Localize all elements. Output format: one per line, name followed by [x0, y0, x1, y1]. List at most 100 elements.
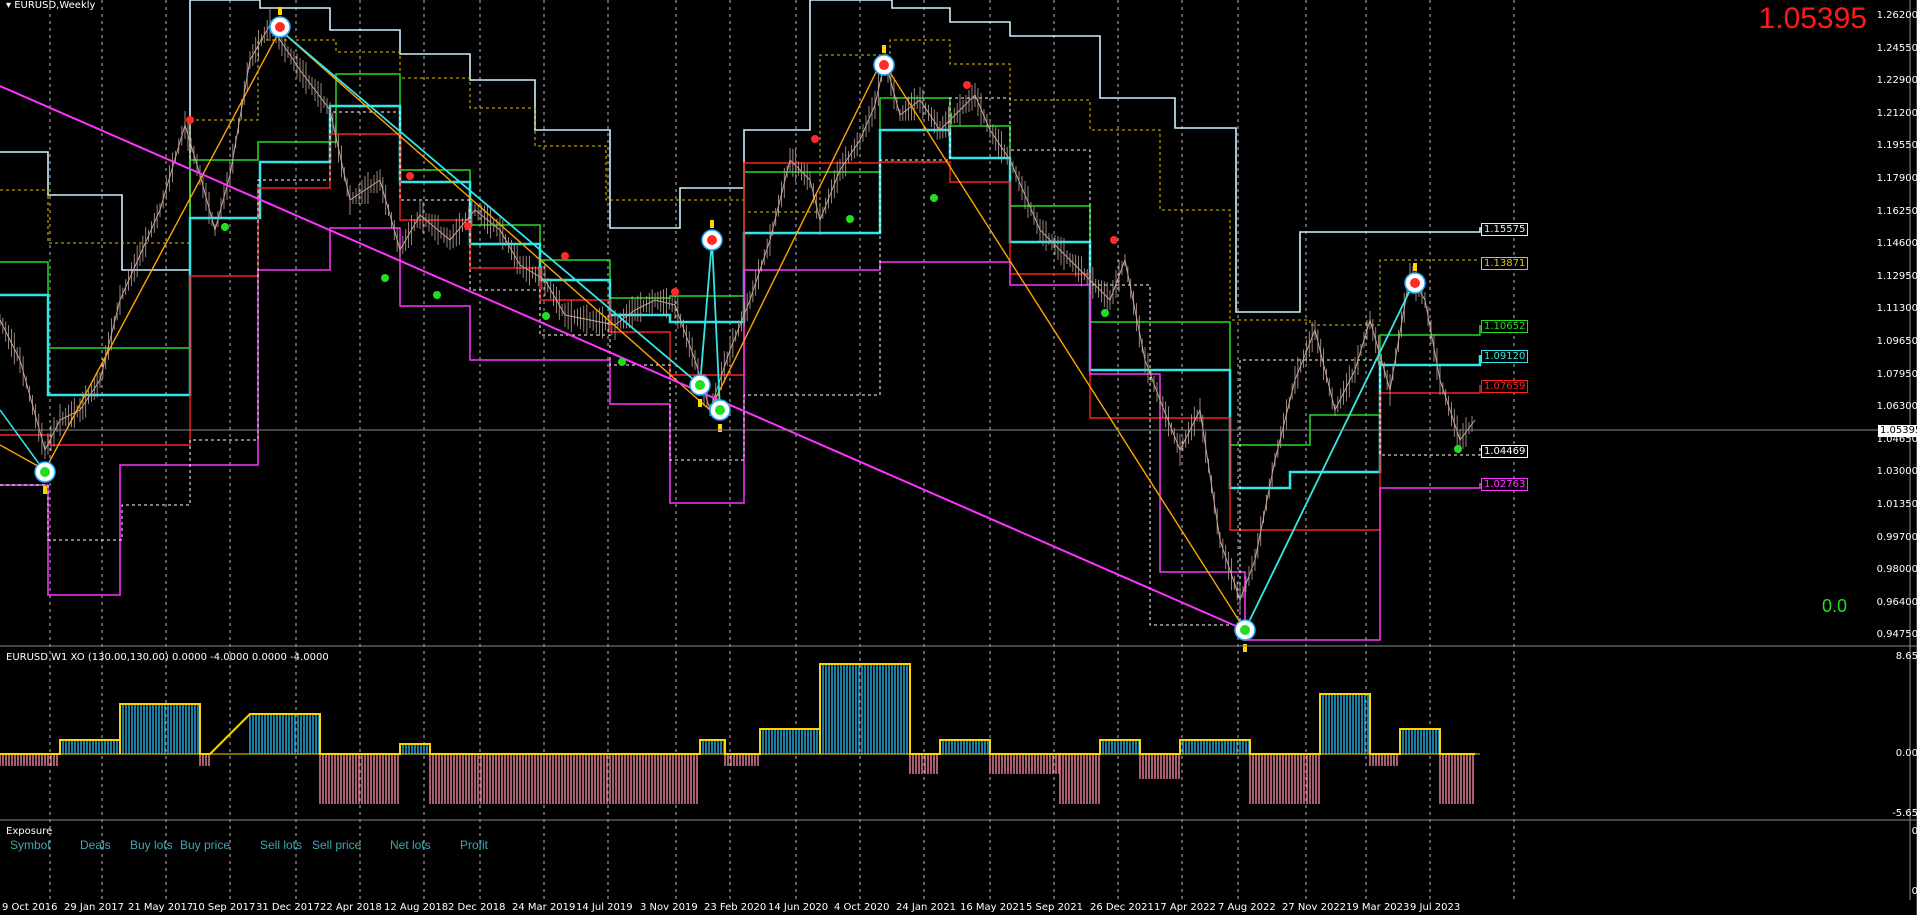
price-tick-label: 1.16250 — [1876, 205, 1917, 217]
time-tick-label: 2 Dec 2018 — [448, 902, 506, 913]
corner-value: 0.0 — [1822, 596, 1848, 616]
price-tick-label: 1.22900 — [1876, 75, 1917, 87]
exposure-column-header: Buy lots — [130, 838, 173, 852]
exposure-title: Exposure — [6, 826, 53, 837]
level-price-tag: 1.15575 — [1481, 223, 1529, 236]
green-dot-marker — [433, 291, 441, 299]
price-tick-label: 1.06300 — [1876, 401, 1917, 413]
time-tick-label: 24 Jan 2021 — [896, 902, 956, 913]
pivot-arrow-marker — [718, 424, 722, 432]
pivot-arrow-marker — [1243, 644, 1247, 652]
pivot-arrow-marker — [278, 7, 282, 15]
green-dot-marker — [930, 194, 938, 202]
cyan-band — [0, 104, 1482, 490]
price-tick-label: 0.98000 — [1876, 564, 1917, 576]
price-tick-label: 1.17900 — [1876, 173, 1917, 184]
green-dot-marker — [381, 274, 389, 282]
exposure-column-header: Sell price — [312, 838, 362, 852]
green-dot-marker — [1454, 445, 1462, 453]
pivot-core-marker — [1240, 625, 1250, 635]
red-band — [0, 133, 1481, 531]
trendline-magenta — [0, 85, 1246, 631]
time-tick-label: 27 Nov 2022 — [1282, 902, 1347, 913]
time-tick-label: 16 May 2021 — [960, 902, 1026, 913]
pivot-arrow-marker — [698, 399, 702, 407]
chart-title[interactable]: ▾ EURUSD,Weekly — [6, 0, 95, 12]
time-tick-label: 9 Oct 2016 — [2, 902, 58, 913]
pivot-core-marker — [275, 22, 285, 32]
level-price-tag: 1.02763 — [1481, 478, 1529, 491]
price-tick-label: 1.19550 — [1876, 140, 1917, 152]
level-price-tag: 1.10652 — [1481, 320, 1529, 333]
time-tick-label: 24 Mar 2019 — [512, 902, 576, 913]
price-tick-label: 0.99700 — [1876, 531, 1917, 543]
time-tick-label: 14 Jul 2019 — [576, 902, 633, 913]
price-tick-label: 1.24550 — [1876, 42, 1917, 54]
exposure-tick-label: 0 — [1911, 826, 1917, 837]
level-price-tag: 1.13871 — [1481, 257, 1529, 270]
pivot-core-marker — [1410, 278, 1420, 288]
green-dot-marker — [1101, 309, 1109, 317]
time-tick-label: 9 Jul 2023 — [1410, 902, 1461, 913]
pivot-markers — [34, 7, 1462, 652]
red-dot-marker — [186, 116, 194, 124]
level-price-tag: 1.07659 — [1481, 380, 1529, 393]
level-price-tag: 1.09120 — [1481, 350, 1529, 363]
time-tick-label: 26 Dec 2021 — [1090, 902, 1154, 913]
red-dot-marker — [464, 222, 472, 230]
chart-canvas[interactable] — [0, 0, 1917, 915]
red-dot-marker — [1110, 236, 1118, 244]
pivot-core-marker — [879, 60, 889, 70]
time-tick-label: 14 Jun 2020 — [768, 902, 829, 913]
time-tick-label: 7 Aug 2022 — [1218, 902, 1276, 913]
magenta-band — [0, 227, 1481, 641]
price-tick-label: 1.12950 — [1876, 270, 1917, 282]
green-dot-marker — [542, 312, 550, 320]
time-tick-label: 22 Apr 2018 — [320, 902, 382, 913]
price-tick-label: 1.11300 — [1876, 303, 1917, 315]
pivot-arrow-marker — [43, 486, 47, 494]
time-tick-label: 31 Dec 2017 — [256, 902, 320, 913]
menu-triangle-icon[interactable]: ▾ — [6, 0, 14, 11]
indicator-tick-label: 8.65 — [1895, 651, 1917, 662]
price-tick-label: 1.21200 — [1876, 107, 1917, 119]
pivot-arrow-marker — [710, 220, 714, 228]
time-tick-label: 17 Apr 2022 — [1154, 902, 1216, 913]
red-dot-marker — [811, 135, 819, 143]
pivot-arrow-marker — [882, 45, 886, 53]
time-tick-label: 29 Jan 2017 — [64, 902, 124, 913]
exposure-tick-label: 0 — [1911, 886, 1917, 897]
exposure-column-header: Profit — [460, 838, 489, 852]
panel-frames — [0, 0, 1917, 915]
time-tick-label: 5 Sep 2021 — [1026, 902, 1084, 913]
zigzag-orange — [0, 28, 1416, 632]
exposure-column-header: Deals — [80, 838, 111, 852]
price-tick-label: 1.26200 — [1876, 10, 1917, 21]
time-tick-label: 10 Sep 2017 — [192, 902, 256, 913]
price-tick-label: 0.94750 — [1876, 629, 1917, 641]
zigzag-cyan — [0, 409, 46, 473]
time-tick-label: 12 Aug 2018 — [384, 902, 449, 913]
time-tick-label: 23 Feb 2020 — [704, 902, 767, 913]
time-tick-label: 4 Oct 2020 — [834, 902, 890, 913]
exposure-column-header: Sell lots — [260, 838, 303, 852]
bid-price-display: 1.05395 — [1758, 2, 1867, 35]
price-tick-label: 1.01350 — [1876, 499, 1917, 510]
green-dot-marker — [846, 215, 854, 223]
price-tick-label: 1.14600 — [1876, 238, 1917, 250]
red-dot-marker — [963, 81, 971, 89]
price-tick-label: 1.07950 — [1876, 368, 1917, 380]
xo-histogram — [0, 663, 1475, 804]
indicator-tick-label: 0.00 — [1895, 748, 1917, 759]
pivot-arrow-marker — [1413, 263, 1417, 271]
pivot-core-marker — [707, 235, 717, 245]
price-tick-label: 1.03000 — [1876, 466, 1917, 478]
exposure-column-header: Net lots — [390, 838, 431, 852]
price-tick-label: 1.09650 — [1876, 336, 1917, 347]
red-dot-marker — [406, 172, 414, 180]
support-resistance-levels — [0, 0, 1517, 641]
exposure-column-header: Symbol — [10, 838, 51, 852]
exposure-column-header: Buy price — [180, 838, 231, 852]
red-dot-marker — [561, 252, 569, 260]
zigzag-lines — [0, 28, 1416, 632]
